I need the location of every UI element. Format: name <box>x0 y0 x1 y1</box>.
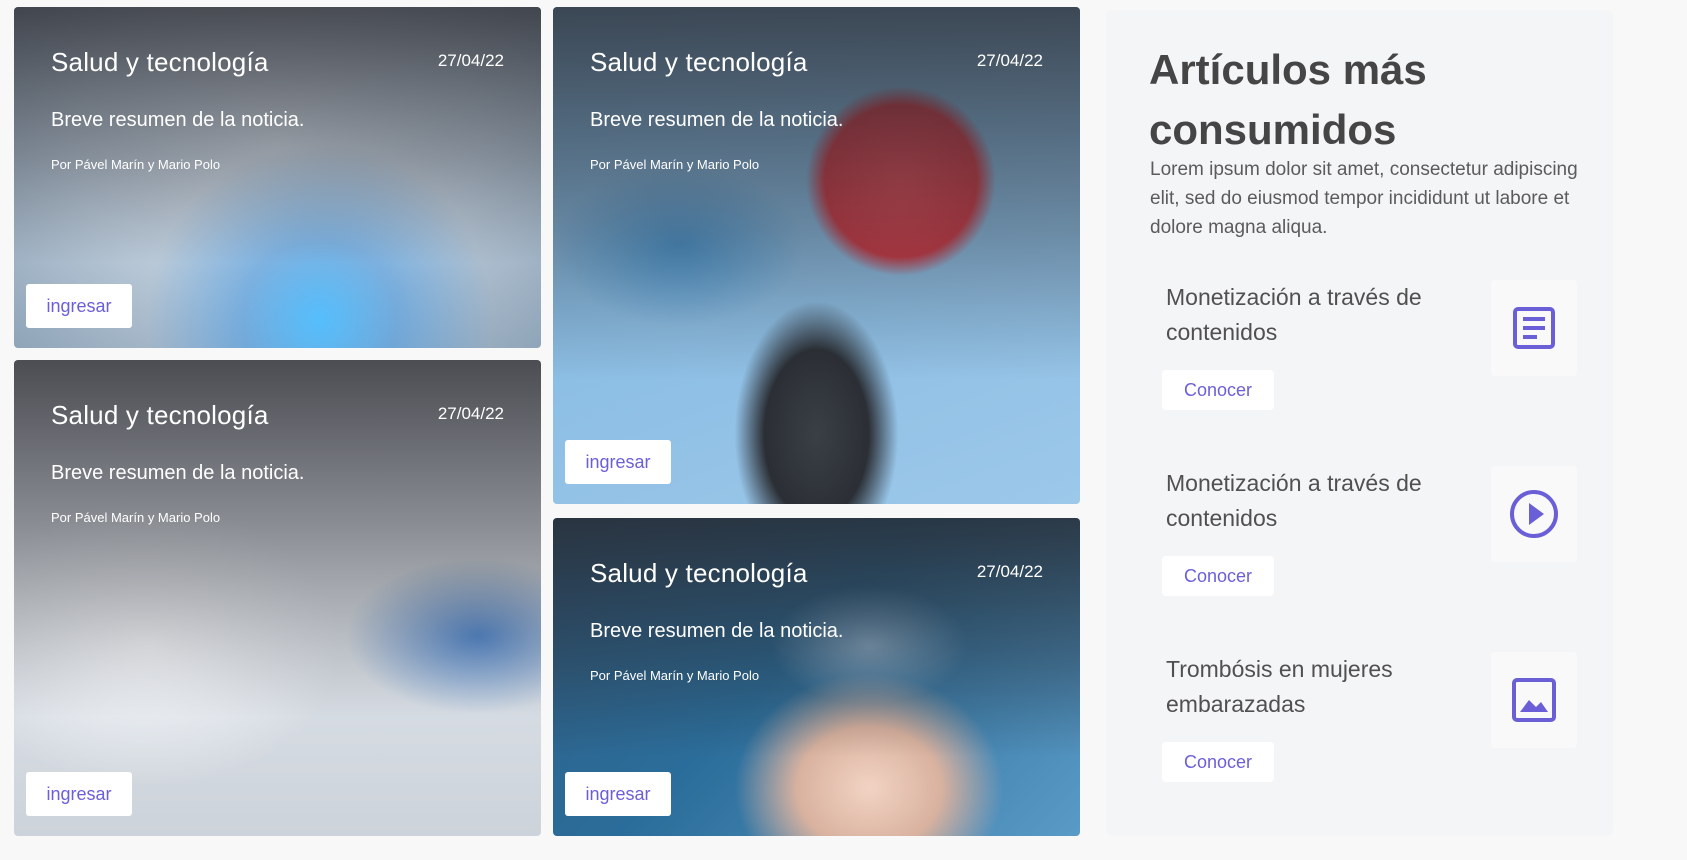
conocer-button[interactable]: Conocer <box>1162 556 1274 596</box>
most-read-sidebar: Artículos más consumidos Lorem ipsum dol… <box>1106 10 1613 836</box>
card-author: Por Pável Marín y Mario Polo <box>51 157 221 172</box>
news-card: Salud y tecnología 27/04/22 Breve resume… <box>14 7 541 348</box>
card-summary: Breve resumen de la noticia. <box>51 109 305 131</box>
article-item: Monetización a través de contenidos Cono… <box>1162 466 1596 616</box>
conocer-button[interactable]: Conocer <box>1162 742 1274 782</box>
ingresar-button[interactable]: ingresar <box>565 772 671 816</box>
card-date: 27/04/22 <box>976 51 1043 70</box>
play-icon[interactable] <box>1491 466 1577 562</box>
sidebar-heading: Artículos más consumidos <box>1149 46 1427 153</box>
image-icon[interactable] <box>1491 652 1577 748</box>
card-date: 27/04/22 <box>437 51 504 70</box>
article-item: Trombósis en mujeres embarazadas Conocer <box>1162 652 1596 802</box>
card-title: Salud y tecnología <box>590 47 808 77</box>
conocer-button[interactable]: Conocer <box>1162 370 1274 410</box>
ingresar-button[interactable]: ingresar <box>26 772 132 816</box>
card-date: 27/04/22 <box>976 562 1043 581</box>
news-card: Salud y tecnología 27/04/22 Breve resume… <box>553 7 1080 504</box>
card-summary: Breve resumen de la noticia. <box>51 462 305 484</box>
article-item: Monetización a través de contenidos Cono… <box>1162 280 1596 430</box>
card-title: Salud y tecnología <box>51 400 269 430</box>
card-title: Salud y tecnología <box>51 47 269 77</box>
card-author: Por Pável Marín y Mario Polo <box>590 668 760 683</box>
card-summary: Breve resumen de la noticia. <box>590 109 844 131</box>
document-icon[interactable] <box>1491 280 1577 376</box>
ingresar-button[interactable]: ingresar <box>565 440 671 484</box>
news-card: Salud y tecnología 27/04/22 Breve resume… <box>14 360 541 836</box>
card-author: Por Pável Marín y Mario Polo <box>51 510 221 525</box>
sidebar-intro: Lorem ipsum dolor sit amet, consectetur … <box>1150 159 1578 238</box>
card-date: 27/04/22 <box>437 404 504 423</box>
ingresar-button[interactable]: ingresar <box>26 284 132 328</box>
article-title: Monetización a través de contenidos <box>1166 470 1422 531</box>
article-title: Monetización a través de contenidos <box>1166 284 1422 345</box>
card-summary: Breve resumen de la noticia. <box>590 620 844 642</box>
card-title: Salud y tecnología <box>590 558 808 588</box>
article-title: Trombósis en mujeres embarazadas <box>1166 656 1393 717</box>
card-author: Por Pável Marín y Mario Polo <box>590 157 760 172</box>
news-card: Salud y tecnología 27/04/22 Breve resume… <box>553 518 1080 836</box>
